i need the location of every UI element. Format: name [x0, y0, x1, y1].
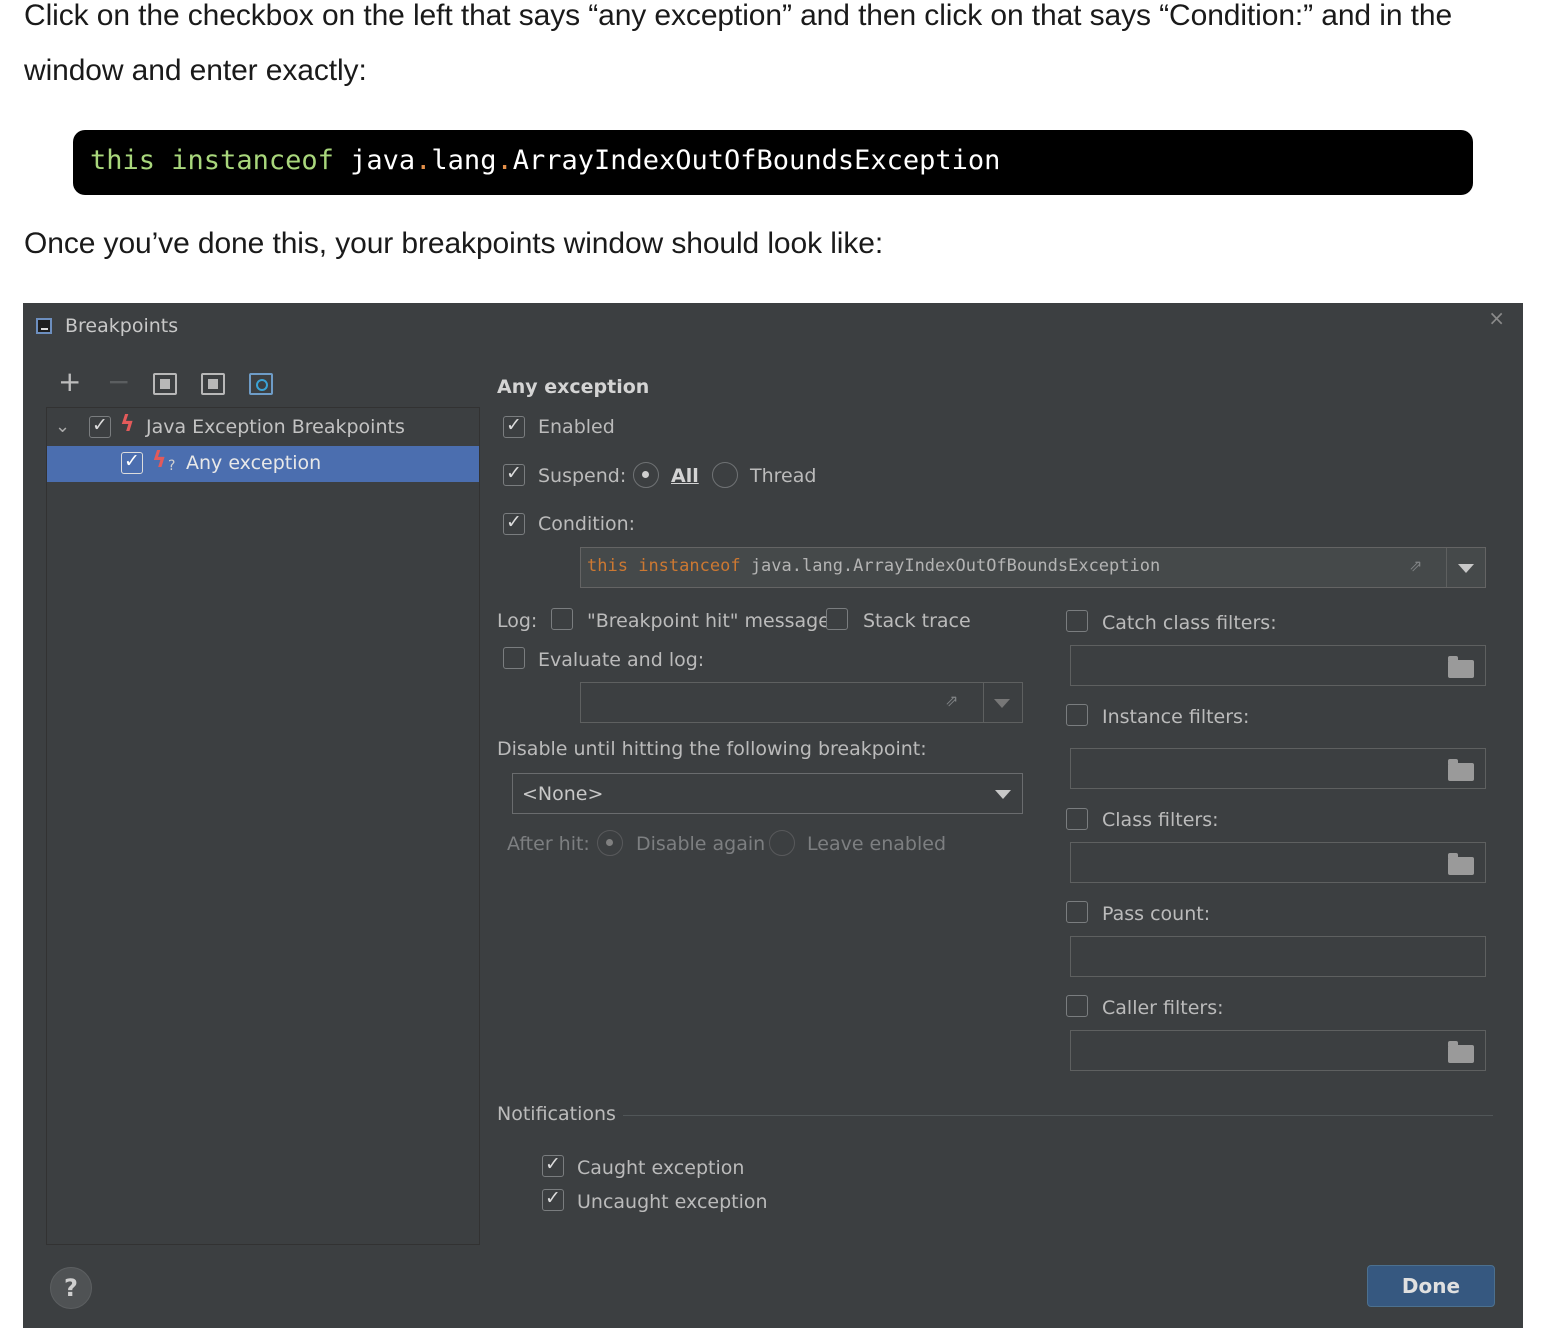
condition-input[interactable]: this instanceof java.lang.ArrayIndexOutO…: [580, 547, 1486, 588]
done-button[interactable]: Done: [1367, 1265, 1495, 1307]
class-filters-label: Class filters:: [1102, 809, 1219, 831]
disable-until-select[interactable]: <None>: [512, 773, 1023, 814]
caller-filters-label: Caller filters:: [1102, 997, 1224, 1019]
pass-count-label: Pass count:: [1102, 903, 1211, 925]
app-icon: [36, 318, 52, 334]
dropdown-separator: [983, 683, 984, 722]
uncaught-exception-checkbox[interactable]: [542, 1187, 564, 1211]
disable-until-value: <None>: [522, 783, 604, 805]
dialog-title: Breakpoints: [65, 315, 179, 337]
notifications-label: Notifications: [497, 1103, 616, 1125]
instance-filters-label: Instance filters:: [1102, 706, 1250, 728]
caller-filters-input[interactable]: [1070, 1030, 1486, 1071]
enabled-checkbox[interactable]: [503, 414, 525, 438]
code-keyword-this: this: [90, 145, 156, 176]
leave-enabled-radio[interactable]: [769, 830, 795, 856]
code-package-lang: lang: [431, 145, 497, 176]
condition-checkbox[interactable]: [503, 511, 525, 535]
leave-enabled-label: Leave enabled: [807, 833, 947, 855]
chevron-down-icon[interactable]: [1458, 564, 1474, 573]
chevron-down-icon[interactable]: [994, 699, 1010, 708]
code-line: this instanceof java.lang.ArrayIndexOutO…: [90, 145, 1000, 176]
tree-item-any-exception[interactable]: ϟ ? Any exception: [47, 446, 479, 482]
catch-filters-checkbox[interactable]: [1066, 610, 1088, 632]
add-breakpoint-button[interactable]: +: [58, 365, 81, 398]
tree-group-row[interactable]: ⌄ ϟ Java Exception Breakpoints: [47, 410, 479, 446]
instance-filters-input[interactable]: [1070, 748, 1486, 789]
any-exception-badge: ?: [168, 458, 176, 474]
code-dot: .: [496, 145, 513, 176]
group-enabled-checkbox[interactable]: [89, 414, 111, 438]
enabled-label: Enabled: [538, 416, 615, 438]
condition-label: Condition:: [538, 513, 636, 535]
code-class-name: ArrayIndexOutOfBoundsException: [512, 145, 1001, 176]
condition-keyword-this: this: [587, 556, 628, 576]
chevron-down-icon[interactable]: ⌄: [55, 416, 70, 437]
code-package-java: java: [350, 145, 416, 176]
details-heading: Any exception: [497, 376, 650, 398]
group-by-package-icon[interactable]: [153, 373, 177, 395]
remove-breakpoint-button[interactable]: −: [107, 365, 130, 398]
after-hit-label: After hit:: [507, 833, 590, 855]
evaluate-log-label: Evaluate and log:: [538, 649, 705, 671]
suspend-checkbox[interactable]: [503, 462, 525, 486]
close-icon[interactable]: ×: [1488, 306, 1505, 330]
suspend-label: Suspend:: [538, 465, 627, 487]
pass-count-input[interactable]: [1070, 936, 1486, 977]
folder-icon[interactable]: [1448, 1041, 1474, 1063]
hit-message-label: "Breakpoint hit" message: [587, 610, 830, 632]
group-by-class-icon[interactable]: [249, 373, 273, 395]
stack-trace-label: Stack trace: [863, 610, 971, 632]
expand-icon[interactable]: ⇗: [945, 691, 967, 713]
notifications-divider: [623, 1115, 1493, 1116]
suspend-thread-label: Thread: [750, 465, 817, 487]
breakpoints-tree[interactable]: ⌄ ϟ Java Exception Breakpoints ϟ ? Any e…: [46, 407, 480, 1245]
evaluate-log-input[interactable]: ⇗: [580, 682, 1023, 723]
tree-group-label: Java Exception Breakpoints: [146, 416, 405, 438]
disable-again-label: Disable again: [636, 833, 766, 855]
condition-text: this instanceof java.lang.ArrayIndexOutO…: [587, 556, 1160, 576]
uncaught-exception-label: Uncaught exception: [577, 1191, 768, 1213]
disable-until-label: Disable until hitting the following brea…: [497, 738, 927, 760]
tree-item-label: Any exception: [186, 452, 322, 474]
suspend-thread-radio[interactable]: [712, 462, 738, 488]
dropdown-separator: [1446, 548, 1447, 587]
help-button[interactable]: ?: [50, 1267, 92, 1309]
exception-bolt-icon: ϟ: [152, 448, 167, 473]
folder-icon[interactable]: [1448, 656, 1474, 678]
class-filters-checkbox[interactable]: [1066, 808, 1088, 830]
any-exception-checkbox[interactable]: [121, 450, 143, 474]
caller-filters-checkbox[interactable]: [1066, 995, 1088, 1017]
catch-filters-input[interactable]: [1070, 645, 1486, 686]
code-keyword-instanceof: instanceof: [171, 145, 334, 176]
folder-icon[interactable]: [1448, 759, 1474, 781]
stack-trace-checkbox[interactable]: [826, 608, 848, 630]
condition-expression: java.lang.ArrayIndexOutOfBoundsException: [750, 556, 1161, 576]
chevron-down-icon[interactable]: [995, 790, 1011, 799]
hit-message-checkbox[interactable]: [551, 608, 573, 630]
caught-exception-label: Caught exception: [577, 1157, 745, 1179]
condition-keyword-instanceof: instanceof: [638, 556, 741, 576]
evaluate-log-checkbox[interactable]: [503, 647, 525, 669]
exception-bolt-icon: ϟ: [120, 412, 135, 437]
log-label: Log:: [497, 610, 538, 632]
catch-filters-label: Catch class filters:: [1102, 612, 1277, 634]
suspend-all-label: All: [671, 465, 699, 487]
caught-exception-checkbox[interactable]: [542, 1153, 564, 1177]
pass-count-checkbox[interactable]: [1066, 901, 1088, 923]
code-dot: .: [415, 145, 432, 176]
followup-text: Once you’ve done this, your breakpoints …: [24, 227, 884, 260]
breakpoints-dialog: Breakpoints × + − ⌄ ϟ Java Exception Bre…: [23, 303, 1523, 1328]
expand-icon[interactable]: ⇗: [1409, 556, 1431, 578]
class-filters-input[interactable]: [1070, 842, 1486, 883]
disable-again-radio[interactable]: [597, 830, 623, 856]
group-by-file-icon[interactable]: [201, 373, 225, 395]
instance-filters-checkbox[interactable]: [1066, 704, 1088, 726]
folder-icon[interactable]: [1448, 853, 1474, 875]
instruction-text: Click on the checkbox on the left that s…: [24, 0, 1453, 87]
code-block: this instanceof java.lang.ArrayIndexOutO…: [73, 130, 1473, 195]
suspend-all-radio[interactable]: [633, 462, 659, 488]
